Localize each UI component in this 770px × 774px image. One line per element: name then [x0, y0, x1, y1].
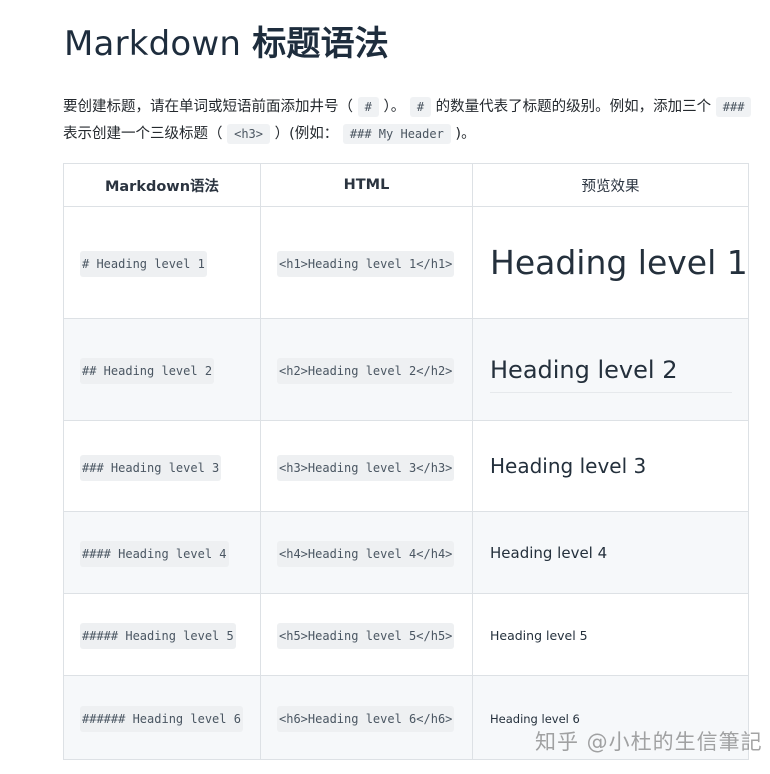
cell-html: <h4>Heading level 4</h4>	[260, 511, 473, 594]
html-code: <h3>Heading level 3</h3>	[277, 454, 455, 481]
cell-markdown: ## Heading level 2	[63, 318, 261, 421]
cell-preview: Heading level 3	[472, 420, 749, 512]
header-preview: 预览效果	[472, 163, 749, 207]
inline-code-example: ### My Header	[342, 124, 451, 144]
preview-h6: Heading level 6	[490, 712, 580, 726]
intro-text: )。	[450, 126, 476, 142]
cell-preview: Heading level 2	[472, 318, 749, 421]
intro-line-1: 要创建标题，请在单词或短语前面添加井号（ # ）。 # 的数量代表了标题的级别。…	[63, 94, 770, 121]
page-title-prefix: Markdown	[64, 24, 253, 64]
intro-paragraph: 要创建标题，请在单词或短语前面添加井号（ # ）。 # 的数量代表了标题的级别。…	[63, 94, 770, 148]
cell-markdown: ##### Heading level 5	[63, 593, 261, 676]
cell-html: <h2>Heading level 2</h2>	[260, 318, 473, 421]
cell-html: <h1>Heading level 1</h1>	[260, 206, 473, 319]
table-row: # Heading level 1 <h1>Heading level 1</h…	[63, 206, 749, 319]
intro-text: ）(例如：	[270, 126, 343, 142]
table-row: #### Heading level 4 <h4>Heading level 4…	[63, 511, 749, 594]
page-title: Markdown 标题语法	[64, 16, 389, 65]
preview-h2: Heading level 2	[490, 356, 732, 393]
markdown-code: ##### Heading level 5	[80, 623, 236, 649]
inline-code-triple-hash: ###	[715, 97, 752, 117]
preview-h1: Heading level 1	[490, 243, 748, 282]
intro-text: 要创建标题，请在单词或短语前面添加井号（	[63, 99, 358, 115]
cell-html: <h6>Heading level 6</h6>	[260, 675, 473, 760]
table-row: ### Heading level 3 <h3>Heading level 3<…	[63, 420, 749, 512]
table-row: ##### Heading level 5 <h5>Heading level …	[63, 593, 749, 676]
intro-line-2: 表示创建一个三级标题（ <h3> ）(例如： ### My Header )。	[63, 121, 770, 148]
page-title-cn: 标题语法	[252, 24, 389, 64]
header-markdown-syntax: Markdown语法	[63, 163, 261, 207]
html-code: <h4>Heading level 4</h4>	[277, 541, 455, 567]
heading-syntax-table: Markdown语法 HTML 预览效果 # Heading level 1 <…	[63, 163, 749, 760]
preview-h5: Heading level 5	[490, 628, 588, 643]
preview-h4: Heading level 4	[490, 544, 608, 562]
cell-markdown: ###### Heading level 6	[63, 675, 261, 760]
cell-preview: Heading level 5	[472, 593, 749, 676]
preview-h3: Heading level 3	[490, 454, 647, 478]
html-code: <h1>Heading level 1</h1>	[277, 251, 455, 277]
table-header-row: Markdown语法 HTML 预览效果	[63, 163, 749, 207]
intro-text: ）。	[378, 99, 410, 115]
header-html: HTML	[260, 163, 473, 207]
inline-code-hash: #	[409, 97, 432, 117]
markdown-code: #### Heading level 4	[80, 541, 229, 567]
cell-preview: Heading level 4	[472, 511, 749, 594]
cell-html: <h5>Heading level 5</h5>	[260, 593, 473, 676]
markdown-code: ###### Heading level 6	[80, 706, 243, 732]
html-code: <h2>Heading level 2</h2>	[277, 358, 455, 384]
intro-text: 表示创建一个三级标题（	[63, 126, 228, 142]
cell-markdown: # Heading level 1	[63, 206, 261, 319]
table-row: ## Heading level 2 <h2>Heading level 2</…	[63, 318, 749, 421]
cell-markdown: #### Heading level 4	[63, 511, 261, 594]
cell-markdown: ### Heading level 3	[63, 420, 261, 512]
markdown-code: ## Heading level 2	[80, 358, 215, 384]
markdown-code: # Heading level 1	[80, 251, 207, 277]
inline-code-hash: #	[357, 97, 379, 117]
cell-preview: Heading level 1	[472, 206, 749, 319]
cell-html: <h3>Heading level 3</h3>	[260, 420, 473, 512]
watermark: 知乎 @小杜的生信筆記	[535, 730, 763, 754]
markdown-code: ### Heading level 3	[80, 454, 222, 481]
html-code: <h5>Heading level 5</h5>	[277, 623, 455, 649]
inline-code-h3: <h3>	[227, 124, 271, 144]
intro-text: 的数量代表了标题的级别。例如，添加三个	[431, 99, 716, 115]
html-code: <h6>Heading level 6</h6>	[277, 706, 455, 732]
